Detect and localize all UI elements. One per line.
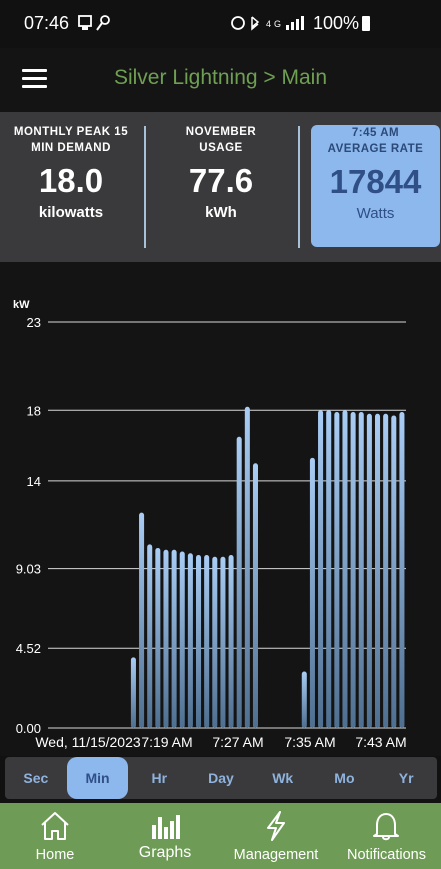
bottom-nav: Home Graphs Management Notifications (0, 803, 441, 869)
x-tick-label: 7:35 AM (284, 734, 335, 750)
x-tick-label: 7:27 AM (212, 734, 263, 750)
nav-graphs[interactable]: Graphs (110, 803, 220, 869)
bar-chart-icon (152, 815, 180, 839)
chart-bar (301, 671, 307, 728)
svg-text:4G: 4G (266, 19, 284, 29)
tab-min[interactable]: Min (66, 757, 129, 799)
nav-label: Management (233, 847, 319, 863)
y-tick-label: 23 (27, 315, 41, 330)
metric-label: MIN DEMAND (31, 142, 111, 154)
chart-bar (187, 553, 193, 728)
usage-chart: kW 0.00 4.52 9.03 14 18 23 Wed, 11/15/2023 7:19 … (0, 262, 441, 756)
y-tick-label: 9.03 (16, 562, 41, 577)
x-tick-label: Wed, 11/15/2023 (35, 734, 141, 750)
chart-bar (228, 555, 234, 728)
y-tick-label: 14 (27, 474, 41, 489)
chart-bar (375, 413, 381, 728)
y-tick-label: 18 (27, 403, 41, 418)
tab-hr[interactable]: Hr (128, 757, 190, 799)
metric-label: NOVEMBER (185, 126, 257, 138)
lightning-icon (267, 811, 285, 841)
nav-label: Notifications (347, 847, 426, 863)
chart-bar (383, 413, 389, 728)
metric-value: 77.6 (188, 162, 254, 199)
metric-value: 18.0 (38, 162, 104, 199)
nav-label: Home (35, 847, 75, 863)
chart-bar (139, 512, 145, 728)
tab-wk[interactable]: Wk (252, 757, 314, 799)
chart-bar (334, 412, 340, 728)
status-right-icons: 4G (230, 14, 310, 35)
chart-bar (220, 556, 226, 728)
chart-bar (155, 547, 161, 728)
tab-day[interactable]: Day (190, 757, 252, 799)
signal-icon: 4G (231, 16, 304, 31)
x-tick-label: 7:19 AM (141, 734, 192, 750)
metric-time: 7:45 AM (351, 127, 400, 139)
bar-chart: kW0.004.529.03141823Wed, 11/15/2023 7:19 … (13, 299, 407, 750)
tab-yr[interactable]: Yr (375, 757, 437, 799)
bell-icon (373, 813, 399, 841)
time-range-tabs: Sec Min Hr Day Wk Mo Yr (5, 757, 437, 799)
status-left-icons (78, 14, 118, 35)
chart-bar (130, 657, 136, 728)
media-icon (78, 15, 110, 31)
chart-bar (244, 406, 250, 728)
chart-bar (366, 413, 372, 728)
chart-bar (163, 549, 169, 728)
nav-home[interactable]: Home (0, 803, 110, 869)
chart-bar (358, 412, 364, 728)
chart-bar (147, 544, 153, 728)
chart-bar (204, 555, 210, 728)
home-icon (41, 812, 69, 840)
chart-bar (326, 410, 332, 728)
chart-bar (391, 415, 397, 728)
y-tick-label: 4.52 (16, 641, 41, 656)
metric-label: USAGE (199, 142, 243, 154)
y-axis-label: kW (13, 299, 30, 311)
chart-bar (399, 412, 405, 728)
nav-label: Graphs (138, 844, 192, 861)
battery-icon (362, 16, 370, 31)
chart-bar (236, 436, 242, 728)
monthly-usage-metric: NOVEMBER USAGE 77.6 kWh (150, 124, 292, 221)
x-tick-label: 7:43 AM (355, 734, 406, 750)
nav-management[interactable]: Management (220, 803, 332, 869)
page-title: Silver Lightning > Main (113, 66, 328, 89)
metric-label: MONTHLY PEAK 15 (13, 126, 129, 138)
status-bar: 07:46 4G 100% (0, 0, 441, 48)
divider (298, 126, 300, 248)
peak-demand-metric: MONTHLY PEAK 15 MIN DEMAND 18.0 kilowatt… (4, 124, 138, 221)
metric-unit: Watts (356, 205, 395, 222)
chart-bar (342, 410, 348, 728)
chart-bar (252, 463, 258, 728)
divider (144, 126, 146, 248)
status-time: 07:46 (24, 13, 70, 33)
tab-mo[interactable]: Mo (314, 757, 376, 799)
average-rate-metric[interactable]: 7:45 AM AVERAGE RATE 17844 Watts (311, 125, 440, 247)
tab-sec[interactable]: Sec (5, 757, 67, 799)
chart-bar (350, 412, 356, 728)
metric-value: 17844 (329, 163, 422, 200)
metric-label: AVERAGE RATE (327, 143, 424, 155)
app-header: Silver Lightning > Main (0, 48, 441, 112)
chart-bar (196, 555, 202, 728)
chart-bar (171, 549, 177, 728)
chart-bar (309, 457, 315, 728)
metric-unit: kWh (205, 204, 237, 221)
chart-bar (212, 556, 218, 728)
metric-unit: kilowatts (38, 204, 104, 221)
chart-bar (179, 551, 185, 728)
nav-notifications[interactable]: Notifications (332, 803, 441, 869)
battery-percent: 100% (313, 13, 360, 33)
chart-bar (318, 410, 324, 728)
